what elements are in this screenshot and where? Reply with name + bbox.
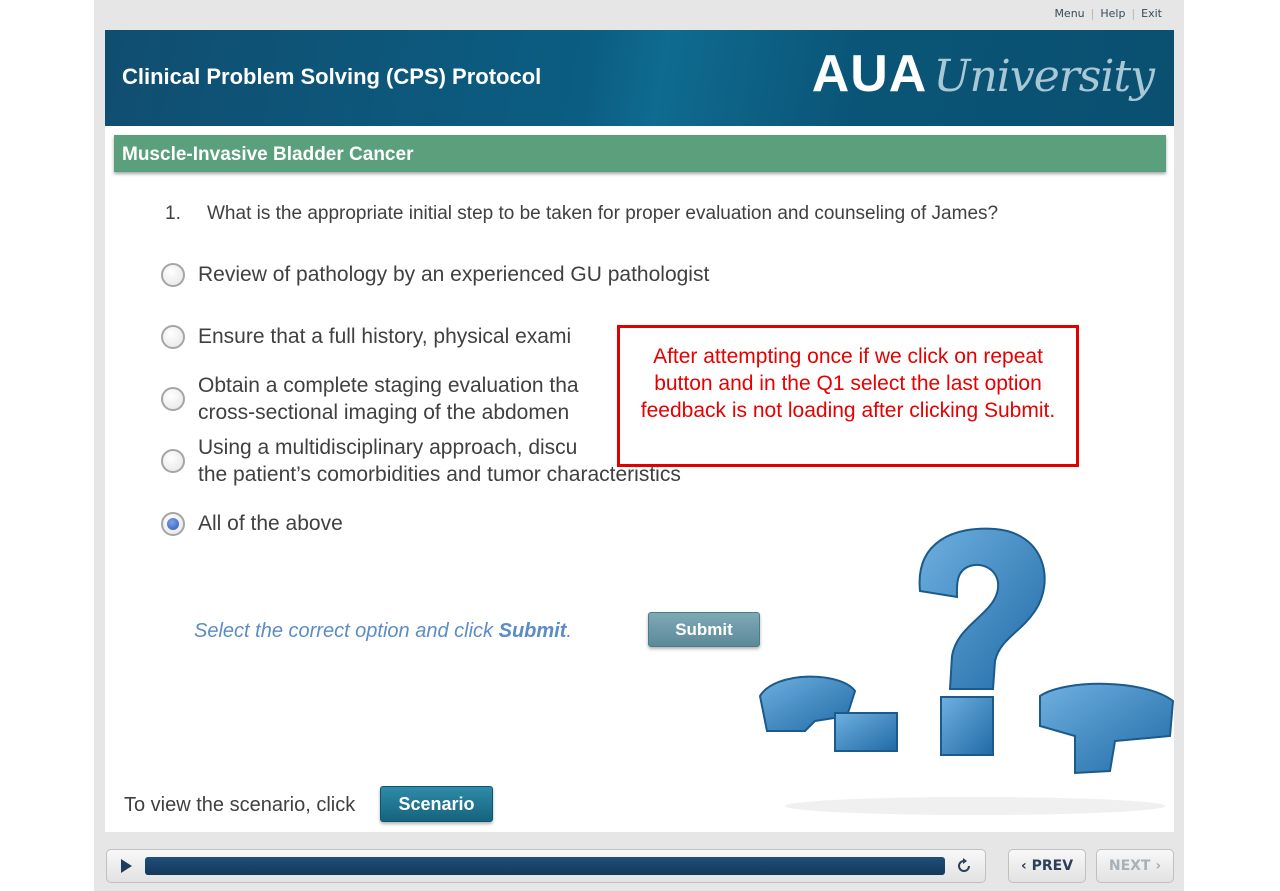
option-5[interactable]: All of the above <box>161 510 343 537</box>
help-link[interactable]: Help <box>1094 7 1131 20</box>
menu-link[interactable]: Menu <box>1048 7 1090 20</box>
exit-link[interactable]: Exit <box>1135 7 1168 20</box>
option-1[interactable]: Review of pathology by an experienced GU… <box>161 261 709 288</box>
next-label: NEXT <box>1108 858 1151 874</box>
question: 1. What is the appropriate initial step … <box>165 203 998 225</box>
option-text: Ensure that a full history, physical exa… <box>198 323 571 350</box>
course-title: Clinical Problem Solving (CPS) Protocol <box>122 64 542 89</box>
radio-button-selected[interactable] <box>161 511 185 536</box>
option-4[interactable]: Using a multidisciplinary approach, disc… <box>161 434 681 488</box>
radio-button[interactable] <box>161 387 185 411</box>
option-text: Review of pathology by an experienced GU… <box>198 261 709 288</box>
question-number: 1. <box>165 203 181 224</box>
prev-label: PREV <box>1031 858 1074 874</box>
course-header: Clinical Problem Solving (CPS) Protocol … <box>105 30 1174 126</box>
option-line: Obtain a complete staging evaluation tha <box>198 374 579 397</box>
progress-track[interactable] <box>145 857 945 875</box>
instruction-bold: Submit <box>498 620 567 642</box>
playback-bar <box>106 849 986 883</box>
topic-title: Muscle-Invasive Bladder Cancer <box>122 144 414 165</box>
instruction-prefix: Select the correct option and click <box>194 620 499 642</box>
radio-button[interactable] <box>161 449 185 473</box>
option-2[interactable]: Ensure that a full history, physical exa… <box>161 323 571 350</box>
chevron-right-icon: › <box>1155 858 1162 874</box>
radio-button[interactable] <box>161 262 185 287</box>
instruction-text: Select the correct option and click Subm… <box>194 620 572 643</box>
top-nav: Menu | Help | Exit <box>1048 7 1168 20</box>
next-button[interactable]: NEXT › <box>1096 849 1174 883</box>
logo-aua: AUA <box>811 45 928 103</box>
aua-university-logo: AUA University <box>811 44 1155 104</box>
option-line: the patient’s comorbidities and tumor ch… <box>198 463 681 486</box>
option-line: Review of pathology by an experienced GU… <box>198 263 710 286</box>
logo-university: University <box>933 51 1155 102</box>
chevron-left-icon: ‹ <box>1020 858 1027 874</box>
annotation-callout: After attempting once if we click on rep… <box>617 325 1079 467</box>
question-text: What is the appropriate initial step to … <box>207 203 999 224</box>
option-line: All of the above <box>198 512 343 535</box>
option-text: Obtain a complete staging evaluation tha… <box>198 372 579 426</box>
option-line: cross-sectional imaging of the abdomen <box>198 401 570 424</box>
option-line: Using a multidisciplinary approach, disc… <box>198 436 578 459</box>
radio-button[interactable] <box>161 324 185 349</box>
submit-button[interactable]: Submit <box>648 612 760 647</box>
option-text: All of the above <box>198 510 343 537</box>
option-line: Ensure that a full history, physical exa… <box>198 325 572 348</box>
prev-button[interactable]: ‹ PREV <box>1008 849 1086 883</box>
question-marks-illustration <box>758 527 1174 815</box>
replay-icon[interactable] <box>955 857 973 875</box>
slide-content: Muscle-Invasive Bladder Cancer 1. What i… <box>105 126 1174 832</box>
progress-fill <box>145 857 945 875</box>
topic-banner: Muscle-Invasive Bladder Cancer <box>114 135 1166 172</box>
instruction-suffix: . <box>566 620 572 642</box>
option-3[interactable]: Obtain a complete staging evaluation tha… <box>161 372 579 426</box>
play-icon[interactable] <box>121 859 132 873</box>
scenario-label: To view the scenario, click <box>124 794 356 816</box>
option-text: Using a multidisciplinary approach, disc… <box>198 434 681 488</box>
scenario-button[interactable]: Scenario <box>380 786 493 822</box>
